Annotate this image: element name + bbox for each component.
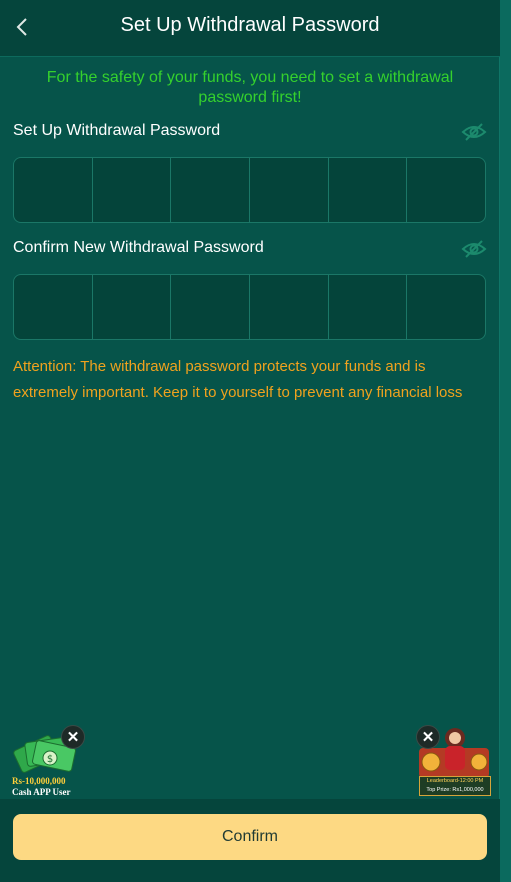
leaderboard-prize: Top Prize: Rs1,000,000 [426,787,484,793]
eye-off-icon[interactable] [461,239,487,259]
safety-notice: For the safety of your funds, you need t… [46,69,454,106]
confirm-password-label: Confirm New Withdrawal Password [13,239,264,256]
close-icon[interactable]: ✕ [61,725,85,749]
pin-cell[interactable] [171,158,251,222]
password-pin-input[interactable] [13,157,486,223]
pin-cell[interactable] [250,275,329,339]
attention-text: Attention: The withdrawal password prote… [13,358,463,401]
header: Set Up Withdrawal Password [0,0,500,57]
pin-cell[interactable] [14,158,93,222]
pin-cell[interactable] [93,158,172,222]
promo-amount: Rs-10,000,000 [12,776,66,786]
confirm-pin-input[interactable] [13,274,486,340]
password-label: Set Up Withdrawal Password [13,122,221,139]
pin-cell[interactable] [250,158,329,222]
leaderboard-banner: Leaderboard-12:00 PM Top Prize: Rs1,000,… [419,776,491,796]
pin-cell[interactable] [171,275,251,339]
leaderboard-time: Leaderboard-12:00 PM [426,778,484,784]
pin-cell[interactable] [93,275,172,339]
page-title: Set Up Withdrawal Password [120,14,380,36]
pin-cell[interactable] [407,158,485,222]
close-icon[interactable]: ✕ [416,725,440,749]
scrollbar[interactable] [499,0,511,882]
pin-cell[interactable] [329,275,408,339]
confirm-button[interactable]: Confirm [13,814,487,860]
eye-off-icon[interactable] [461,122,487,142]
pin-cell[interactable] [407,275,485,339]
svg-text:$: $ [47,754,53,765]
pin-cell[interactable] [329,158,408,222]
pin-cell[interactable] [14,275,93,339]
promo-caption: Cash APP User [12,787,71,797]
